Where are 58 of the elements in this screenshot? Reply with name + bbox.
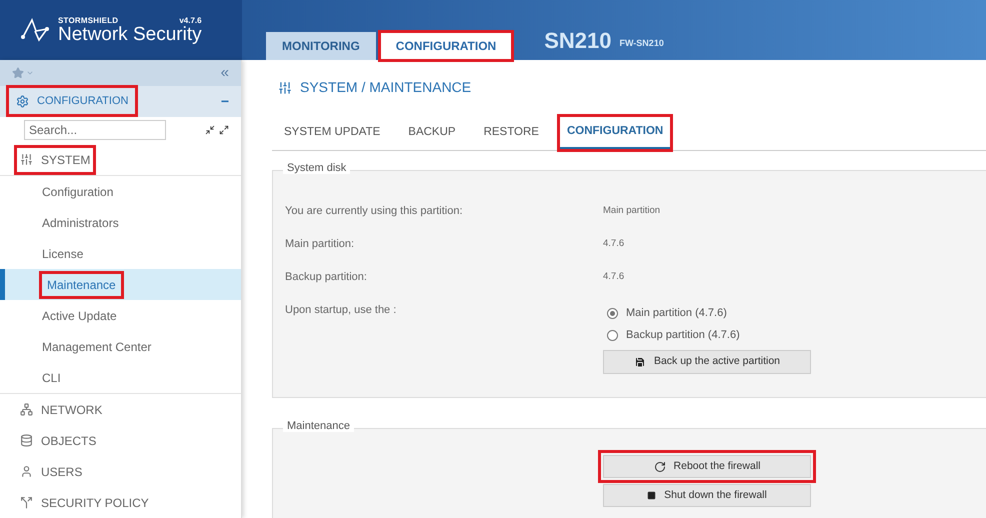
menu-item[interactable]: CLI [36, 366, 67, 390]
field-value: 4.7.6 [603, 270, 624, 284]
section-header[interactable]: CONFIGURATION [8, 87, 136, 116]
reboot-button[interactable]: Reboot the firewall [603, 455, 811, 478]
radio-button[interactable] [607, 330, 618, 340]
field-value: Main partition [603, 204, 660, 218]
collapse-all-icon[interactable] [205, 125, 215, 136]
field-value: 4.7.6 [603, 237, 624, 251]
stop-icon [647, 491, 656, 500]
search-field[interactable]: Search... [24, 120, 166, 140]
section-toggle[interactable]: − [220, 90, 229, 112]
tab[interactable]: SYSTEM UPDATE [276, 116, 388, 150]
menu-item[interactable]: Configuration [36, 180, 120, 204]
backup-button[interactable]: Back up the active partition [603, 350, 811, 374]
menu-group[interactable]: SYSTEM [16, 146, 94, 172]
radio-button[interactable] [607, 308, 618, 318]
network-icon [20, 403, 33, 416]
device-model: SN210 [544, 30, 612, 52]
expand-all-icon[interactable] [219, 125, 229, 136]
collapse-button[interactable]: « [220, 65, 229, 80]
device-name: FW-SN210 [620, 36, 664, 50]
field-label: You are currently using this partition: [285, 204, 464, 219]
fieldset-legend: Maintenance [283, 421, 354, 432]
sliders-icon [20, 153, 33, 166]
field-label: Backup partition: [285, 270, 368, 285]
tab[interactable]: CONFIGURATION [558, 116, 672, 150]
module-tab[interactable]: MONITORING [266, 32, 376, 60]
sliders-icon [278, 80, 292, 94]
menu-group[interactable]: OBJECTS [16, 428, 100, 454]
tab[interactable]: BACKUP [400, 116, 464, 150]
brand-name: STORMSHIELD [58, 16, 118, 24]
menu-group[interactable]: SECURITY POLICY [16, 490, 153, 516]
radio-option[interactable]: Main partition (4.7.6) [603, 302, 811, 324]
radio-option[interactable]: Backup partition (4.7.6) [603, 324, 811, 346]
split-arrows-icon [20, 496, 33, 509]
tab[interactable]: RESTORE [476, 116, 547, 150]
field-label: Upon startup, use the : [285, 303, 398, 318]
gear-icon [16, 94, 29, 108]
database-icon [20, 434, 33, 447]
save-icon [634, 356, 646, 368]
page-title: SYSTEM / MAINTENANCE [300, 78, 472, 97]
shutdown-button[interactable]: Shut down the firewall [603, 484, 811, 507]
menu-item[interactable]: Maintenance [41, 272, 122, 296]
product-name: Network Security [58, 24, 202, 44]
menu-group[interactable]: NETWORK [16, 396, 106, 422]
menu-item[interactable]: Administrators [36, 210, 125, 234]
menu-item[interactable]: Active Update [36, 304, 123, 328]
fieldset-legend: System disk [283, 163, 350, 174]
menu-item[interactable]: Management Center [36, 334, 158, 358]
version-label: v4.7.6 [179, 16, 202, 24]
module-tab[interactable]: CONFIGURATION [380, 32, 512, 60]
menu-item[interactable]: License [36, 242, 90, 266]
refresh-icon [654, 460, 666, 472]
logo-icon [20, 17, 50, 43]
menu-group[interactable]: USERS [16, 458, 86, 484]
field-label: Main partition: [285, 237, 356, 252]
user-icon [20, 465, 33, 478]
star-icon[interactable] [12, 66, 24, 79]
